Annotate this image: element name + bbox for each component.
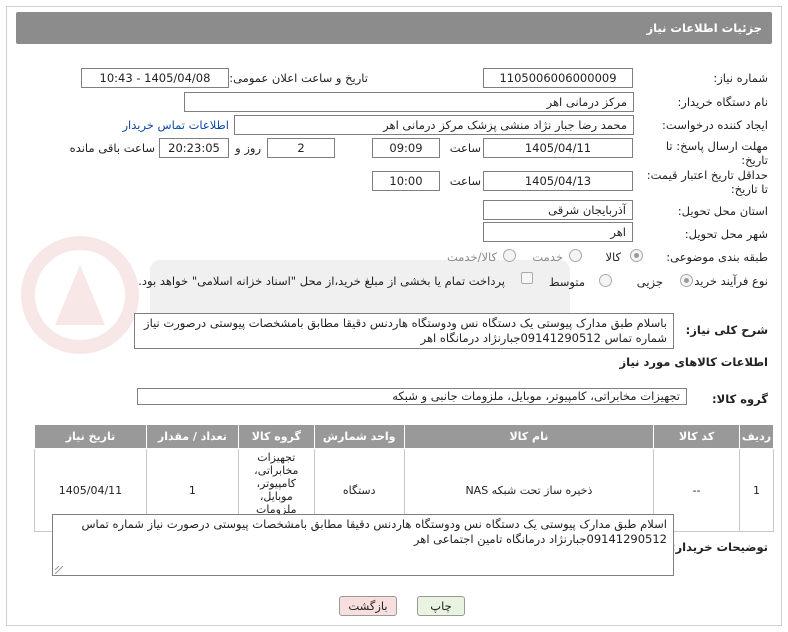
col-date-header: تاریخ نیاز	[34, 424, 147, 449]
announce-field: 1405/04/08 - 10:43	[81, 68, 229, 88]
category-goods-label: کالا	[605, 250, 621, 264]
deadline-label-1: مهلت ارسال پاسخ: تا	[665, 139, 768, 153]
purchase-minor-label: جزیی	[636, 275, 663, 289]
remaining-label: ساعت باقی مانده	[69, 141, 155, 155]
col-name-header: نام کالا	[403, 424, 655, 449]
remaining-field: 20:23:05	[159, 138, 229, 158]
buyer-org-label: نام دستگاه خریدار:	[677, 95, 768, 109]
category-goods-radio[interactable]	[630, 249, 643, 262]
category-goods-service-radio[interactable]	[503, 249, 516, 262]
need-number-field: 1105006006000009	[483, 68, 633, 88]
purchase-medium-radio[interactable]	[599, 274, 612, 287]
goods-group-field: تجهیزات مخابراتی، کامپیوتر، موبایل، ملزو…	[137, 388, 687, 405]
buyer-contact-link[interactable]: اطلاعات تماس خریدار	[122, 118, 229, 132]
treasury-payment-note: پرداخت تمام یا بخشی از مبلغ خرید،از محل …	[138, 274, 505, 288]
province-label: استان محل تحویل:	[677, 204, 768, 218]
category-goods-service-label: کالا/خدمت	[446, 250, 497, 264]
purchase-type-label: نوع فرآیند خرید :	[686, 274, 768, 288]
goods-group-label: گروه کالا:	[712, 392, 768, 406]
purchase-minor-radio[interactable]	[680, 274, 693, 287]
creator-label: ایجاد کننده درخواست:	[662, 118, 768, 132]
col-group-header: گروه کالا	[237, 424, 315, 449]
buyer-notes-label: توضیحات خریدار:	[670, 540, 768, 554]
province-field: آذربایجان شرقی	[483, 200, 633, 220]
deadline-time-label: ساعت	[449, 141, 481, 155]
category-service-label: خدمت	[532, 250, 563, 264]
price-validity-label-2: تا تاریخ:	[730, 182, 768, 196]
purchase-medium-label: متوسط	[548, 275, 585, 289]
price-validity-time-field: 10:00	[372, 171, 440, 191]
buyer-org-field: مرکز درمانی اهر	[184, 92, 634, 112]
items-table-header: ردیف کد کالا نام کالا واحد شمارش گروه کا…	[34, 424, 774, 449]
price-validity-time-label: ساعت	[449, 174, 481, 188]
print-button[interactable]: چاپ	[417, 596, 465, 616]
price-validity-date-field: 1405/04/13	[483, 171, 633, 191]
city-field: اهر	[483, 222, 633, 242]
deadline-label-2: تاریخ:	[741, 153, 768, 167]
treasury-payment-checkbox[interactable]	[521, 272, 533, 284]
buyer-notes-textarea[interactable]: اسلام طبق مدارک پیوستی یک دستگاه نس ودوس…	[52, 514, 674, 576]
category-label: طبقه بندی موضوعی:	[666, 250, 768, 264]
days-field: 2	[267, 138, 335, 158]
col-unit-header: واحد شمارش	[313, 424, 405, 449]
back-button[interactable]: بازگشت	[339, 596, 397, 616]
creator-field: محمد رضا جبار نژاد منشی پزشک مرکز درمانی…	[234, 115, 634, 135]
days-label: روز و	[235, 141, 261, 155]
deadline-date-field: 1405/04/11	[483, 138, 633, 158]
col-row-header: ردیف	[739, 424, 774, 449]
description-text: باسلام طبق مدارک پیوستی یک دستگاه نس ودو…	[144, 316, 667, 345]
page-header: جزئیات اطلاعات نیاز	[16, 12, 772, 44]
announce-label: تاریخ و ساعت اعلان عمومی:	[229, 71, 368, 85]
resize-handle-icon[interactable]	[55, 566, 63, 574]
category-service-radio[interactable]	[569, 249, 582, 262]
col-code-header: کد کالا	[653, 424, 741, 449]
description-label: شرح کلی نیاز:	[685, 323, 768, 337]
cell-row: 1	[739, 448, 774, 532]
deadline-time-field: 09:09	[372, 138, 440, 158]
price-validity-label-1: حداقل تاریخ اعتبار قیمت:	[646, 168, 768, 182]
goods-info-title: اطلاعات کالاهای مورد نیاز	[619, 355, 768, 369]
need-number-label: شماره نیاز:	[713, 71, 768, 85]
col-qty-header: تعداد / مقدار	[145, 424, 239, 449]
city-label: شهر محل تحویل:	[684, 227, 768, 241]
description-textarea[interactable]: باسلام طبق مدارک پیوستی یک دستگاه نس ودو…	[134, 313, 674, 349]
buyer-notes-text: اسلام طبق مدارک پیوستی یک دستگاه نس ودوس…	[81, 517, 667, 546]
